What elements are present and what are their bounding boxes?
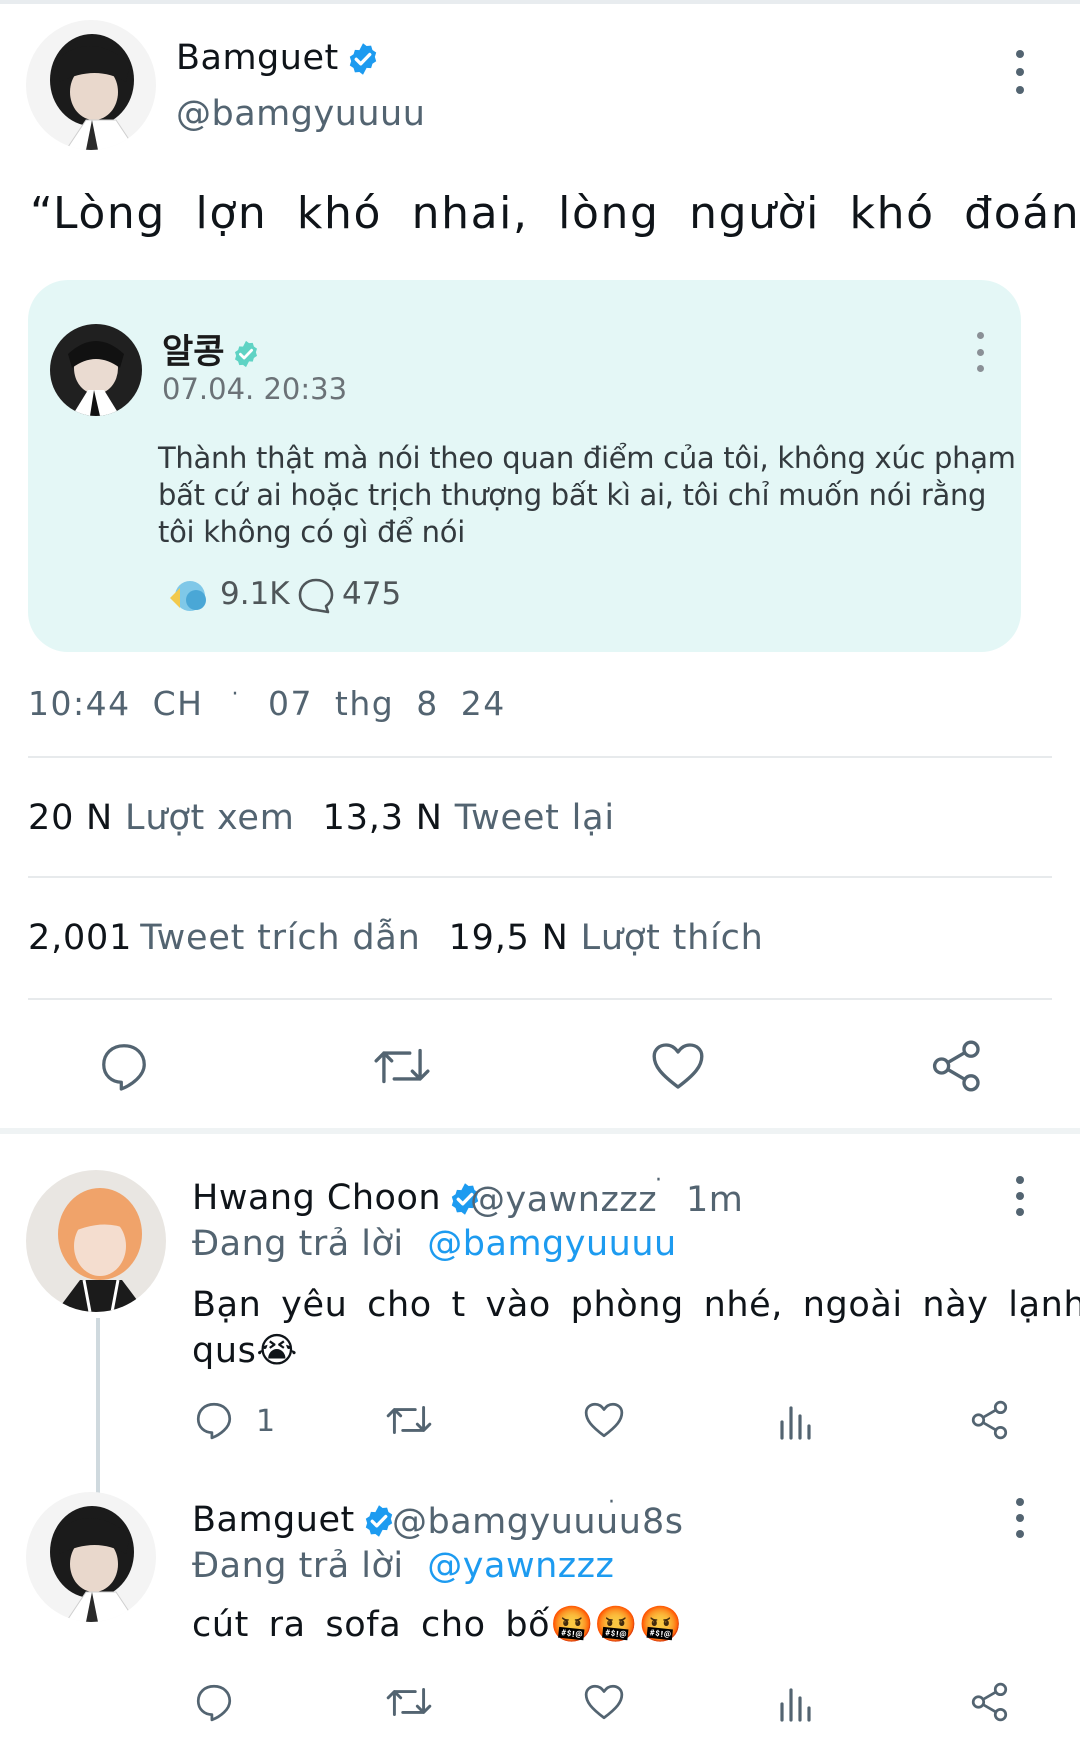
tweet-time: 10:44 CH (28, 684, 204, 723)
reply-time: 8s (642, 1502, 684, 1542)
quoted-author-name-text[interactable]: 알콩 (162, 332, 225, 372)
stats-row-views-retweets: 20 N Lượt xem 13,3 N Tweet lại (28, 798, 643, 838)
reply-dot: · (655, 1168, 663, 1193)
quoted-like-icon[interactable] (166, 576, 212, 616)
quotes-label[interactable]: Tweet trích dẫn (140, 918, 420, 958)
quoted-post-card[interactable]: 알콩 07.04. 20:33 Thành thật mà nói theo q… (28, 280, 1021, 652)
reply-author-name-text[interactable]: Hwang Choon (192, 1178, 441, 1218)
replying-to-link[interactable]: @yawnzzz (427, 1546, 614, 1586)
like-button[interactable] (582, 1680, 626, 1724)
tweet-date: 07 thg 8 24 (267, 684, 506, 723)
reply-author-name[interactable]: Bamguet (192, 1500, 397, 1540)
quoted-post-date: 07.04. 20:33 (162, 372, 348, 406)
more-vertical-icon[interactable] (970, 332, 990, 372)
reply-author-avatar[interactable] (26, 1170, 166, 1312)
heart-icon (652, 1043, 704, 1089)
retweet-button[interactable] (384, 1680, 434, 1724)
share-icon (932, 1040, 980, 1092)
views-count: 20 N (28, 798, 114, 838)
reply-text-line1: Bạn yêu cho t vào phòng nhé, ngoài này l… (192, 1285, 1080, 1325)
tweet-timestamp: 10:44 CH · 07 thg 8 24 (28, 682, 506, 723)
reply-button[interactable] (94, 1036, 154, 1096)
likes-count: 19,5 N (448, 918, 569, 958)
retweets-label[interactable]: Tweet lại (455, 798, 615, 838)
retweets-count: 13,3 N (322, 798, 443, 838)
reply-author-name[interactable]: Hwang Choon (192, 1178, 483, 1218)
retweet-icon (386, 1688, 432, 1716)
reply-time: 1m (686, 1180, 744, 1220)
quoted-author-name[interactable]: 알콩 (162, 324, 261, 373)
quoted-comment-icon[interactable] (296, 576, 336, 616)
quoted-post-body: Thành thật mà nói theo quan điểm của tôi… (158, 441, 1016, 549)
replying-to-line: Đang trả lời @bamgyuuuu (192, 1224, 677, 1264)
reply-author-handle[interactable]: @yawnzzz (470, 1180, 657, 1220)
quoted-comment-count: 475 (342, 576, 402, 612)
verified-badge-icon (349, 43, 376, 75)
views-label[interactable]: Lượt xem (125, 798, 295, 838)
share-button[interactable] (968, 1680, 1012, 1724)
tweet-text: “Lòng lợn khó nhai, lòng người khó đoán” (30, 188, 1080, 239)
reply-count: 1 (256, 1404, 276, 1439)
share-icon (971, 1400, 1008, 1440)
analytics-button[interactable] (776, 1680, 816, 1724)
share-button[interactable] (926, 1036, 988, 1096)
replying-to-link[interactable]: @bamgyuuuu (427, 1224, 676, 1264)
section-divider (0, 1128, 1080, 1134)
reply-button[interactable] (192, 1398, 236, 1442)
stats-row-quotes-likes: 2,001 Tweet trích dẫn 19,5 N Lượt thích (28, 918, 792, 958)
divider (28, 756, 1052, 758)
replying-to-line: Đang trả lời @yawnzzz (192, 1546, 614, 1586)
analytics-button[interactable] (776, 1398, 816, 1442)
author-handle[interactable]: @bamgyuuuu (176, 94, 425, 134)
author-name-text[interactable]: Bamguet (176, 38, 339, 78)
analytics-icon (780, 1406, 811, 1440)
share-button[interactable] (968, 1398, 1012, 1442)
reply-author-avatar[interactable] (26, 1492, 156, 1622)
author-name[interactable]: Bamguet (176, 38, 381, 78)
retweet-icon (374, 1048, 430, 1084)
top-divider (0, 0, 1080, 4)
retweet-icon (386, 1406, 432, 1434)
quoted-author-avatar[interactable] (50, 324, 142, 416)
like-button[interactable] (582, 1398, 626, 1442)
reply-button[interactable] (192, 1680, 236, 1724)
divider (28, 876, 1052, 878)
reply-author-name-text[interactable]: Bamguet (192, 1500, 355, 1540)
replying-prefix: Đang trả lời (192, 1224, 404, 1264)
reply-text: cút ra sofa cho bố🤬🤬🤬 (192, 1605, 683, 1645)
verified-badge-icon (234, 340, 257, 367)
more-vertical-icon[interactable] (1010, 50, 1030, 94)
share-icon (971, 1682, 1008, 1722)
more-vertical-icon[interactable] (1010, 1498, 1030, 1538)
retweet-button[interactable] (370, 1036, 434, 1096)
thread-connector (96, 1318, 100, 1498)
more-vertical-icon[interactable] (1010, 1176, 1030, 1216)
reply-text-line2: qus😭 (192, 1331, 298, 1371)
reply-icon (102, 1044, 146, 1091)
reply-dot: · (608, 1490, 616, 1515)
replying-prefix: Đang trả lời (192, 1546, 404, 1586)
divider (28, 998, 1052, 1000)
dot-separator: · (231, 682, 240, 707)
heart-icon (584, 1684, 624, 1720)
reply-icon (196, 1402, 232, 1440)
reply-icon (196, 1684, 232, 1722)
analytics-icon (780, 1688, 811, 1722)
quoted-like-count: 9.1K (220, 576, 290, 612)
reply-author-handle[interactable]: @bamgyuuuu (392, 1502, 641, 1542)
heart-icon (584, 1402, 624, 1438)
like-button[interactable] (648, 1036, 708, 1096)
retweet-button[interactable] (384, 1398, 434, 1442)
author-avatar[interactable] (26, 20, 156, 150)
quotes-count: 2,001 (28, 918, 133, 958)
likes-label[interactable]: Lượt thích (581, 918, 764, 958)
